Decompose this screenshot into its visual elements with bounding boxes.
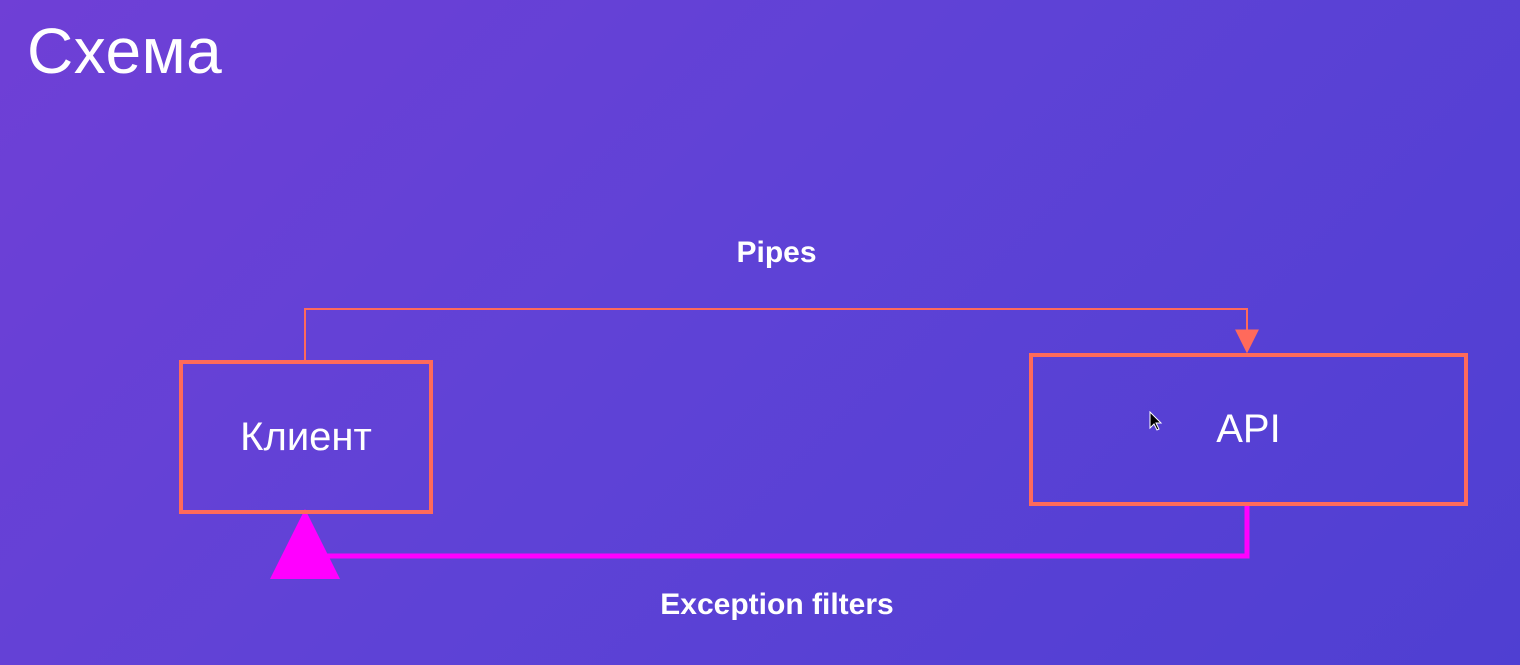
pipes-label: Pipes: [736, 236, 817, 269]
mouse-pointer-icon: [1149, 411, 1163, 431]
client-node: Клиент: [179, 360, 433, 514]
diagram-canvas: [270, 308, 1259, 579]
api-label: API: [1216, 407, 1281, 451]
exception-filters-label: Exception filters: [660, 588, 894, 621]
client-label: Клиент: [240, 414, 372, 459]
exception-connector: [270, 506, 1250, 579]
api-node: API: [1029, 353, 1468, 506]
